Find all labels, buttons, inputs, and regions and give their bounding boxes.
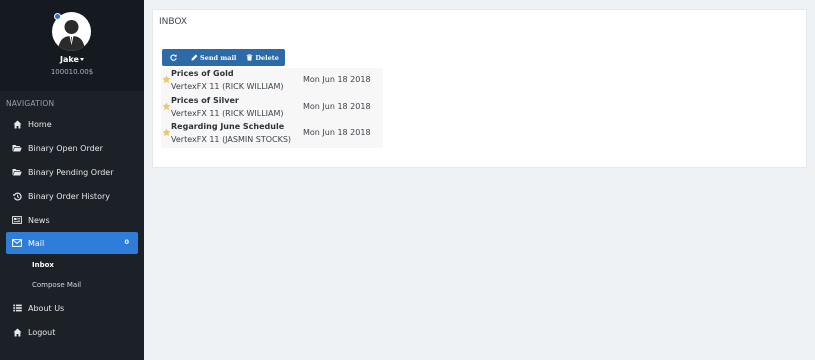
mail-list: Prices of Gold VertexFX 11 (RICK WILLIAM…	[161, 68, 383, 148]
send-mail-label: Send mail	[200, 53, 237, 62]
nav-item-label: Binary Open Order	[28, 143, 103, 153]
refresh-icon	[169, 54, 177, 61]
nav-item-mail[interactable]: Mail 0	[6, 232, 138, 254]
inbox-panel: INBOX Send mail Delete Prices of Gold Ve…	[152, 9, 807, 168]
mail-sender: VertexFX 11 (JASMIN STOCKS)	[171, 135, 292, 144]
history-icon	[12, 191, 22, 201]
nav-item-label: Mail	[28, 238, 45, 248]
mail-toolbar: Send mail Delete	[162, 49, 285, 66]
list-item[interactable]: Prices of Gold VertexFX 11 (RICK WILLIAM…	[161, 68, 383, 95]
star-icon[interactable]	[162, 128, 171, 137]
newspaper-icon	[12, 215, 22, 225]
nav-item-home[interactable]: Home	[6, 113, 138, 135]
folder-open-icon	[12, 143, 22, 153]
username-label: Jake	[60, 55, 79, 64]
star-icon[interactable]	[162, 75, 171, 84]
mail-sender: VertexFX 11 (RICK WILLIAM)	[171, 108, 284, 118]
nav-item-logout[interactable]: Logout	[6, 321, 138, 343]
nav-item-binary-order-history[interactable]: Binary Order History	[6, 185, 138, 207]
list-icon	[12, 303, 22, 313]
caret-down-icon	[79, 58, 84, 61]
sub-item-inbox[interactable]: Inbox	[32, 261, 54, 269]
star-icon[interactable]	[162, 101, 171, 111]
page-title: INBOX	[159, 17, 188, 27]
account-balance: 100010.00$	[50, 68, 94, 76]
refresh-button[interactable]	[162, 49, 186, 66]
home-icon	[12, 119, 22, 129]
unread-count-badge: 0	[124, 238, 129, 246]
mail-subject: Prices of Gold	[171, 69, 234, 78]
nav-item-label: Binary Pending Order	[28, 167, 114, 177]
nav-item-about-us[interactable]: About Us	[6, 297, 138, 319]
nav-item-label: News	[28, 215, 50, 225]
delete-label: Delete	[255, 53, 279, 62]
nav-item-label: About Us	[28, 303, 65, 313]
nav-header: NAVIGATION	[6, 99, 55, 108]
nav-item-binary-pending-order[interactable]: Binary Pending Order	[6, 161, 138, 183]
home-icon	[12, 327, 22, 337]
mail-sender: VertexFX 11 (RICK WILLIAM)	[171, 82, 284, 91]
envelope-icon	[12, 238, 22, 248]
nav-item-label: Home	[28, 119, 52, 129]
folder-open-icon	[12, 167, 22, 177]
mail-date: Mon Jun 18 2018	[303, 75, 371, 84]
nav-item-label: Binary Order History	[28, 191, 110, 201]
delete-button[interactable]: Delete	[241, 49, 284, 66]
profile-section: Jake 100010.00$	[0, 0, 144, 91]
trash-icon	[247, 54, 253, 61]
nav-item-news[interactable]: News	[6, 209, 138, 231]
sidebar: Jake 100010.00$ NAVIGATION Home Binary O…	[0, 0, 144, 360]
nav-item-label: Logout	[28, 327, 56, 337]
mail-subject: Regarding June Schedule	[171, 122, 285, 131]
online-status-dot	[54, 13, 61, 20]
mail-subject: Prices of Silver	[171, 95, 239, 105]
list-item[interactable]: Regarding June Schedule VertexFX 11 (JAS…	[161, 121, 383, 148]
username-dropdown[interactable]: Jake	[0, 55, 144, 64]
nav-item-binary-open-order[interactable]: Binary Open Order	[6, 137, 138, 159]
pencil-icon	[191, 54, 198, 61]
send-mail-button[interactable]: Send mail	[186, 49, 241, 66]
mail-date: Mon Jun 18 2018	[303, 128, 371, 137]
list-item[interactable]: Prices of Silver VertexFX 11 (RICK WILLI…	[161, 95, 383, 122]
sub-item-compose-mail[interactable]: Compose Mail	[32, 281, 81, 289]
mail-date: Mon Jun 18 2018	[303, 101, 371, 111]
